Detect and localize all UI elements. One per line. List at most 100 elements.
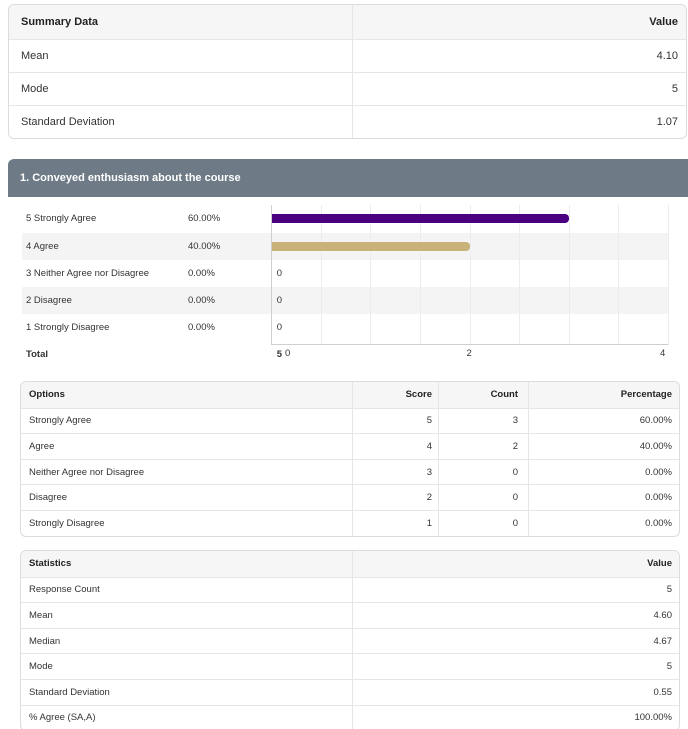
chart-total-row: Total 5 (22, 341, 668, 368)
chart-percentage: 0.00% (188, 268, 215, 279)
chart-percentage: 0.00% (188, 295, 215, 306)
statistic-value: 5 (666, 661, 672, 673)
statistic-label: Median (21, 628, 353, 654)
summary-row-label: Standard Deviation (9, 106, 353, 138)
option-label: Agree (21, 434, 353, 459)
options-header-options: Options (21, 382, 353, 408)
chart-row: 1 Strongly Disagree 0.00% 0 (22, 314, 668, 341)
table-row: Standard Deviation 0.55 (21, 678, 679, 705)
option-percentage: 0.00% (645, 466, 672, 478)
option-score: 1 (353, 510, 439, 536)
chart-gridline (370, 205, 372, 345)
chart-category-label: 3 Neither Agree nor Disagree (26, 268, 150, 279)
chart-category-label: 2 Disagree (26, 295, 72, 306)
summary-header-value: Value (649, 16, 678, 28)
option-label: Strongly Agree (21, 408, 353, 434)
table-row: Strongly Disagree 1 0 0.00% (21, 509, 679, 536)
option-count: 0 (439, 510, 529, 536)
option-label: Neither Agree nor Disagree (21, 459, 353, 485)
option-count: 3 (439, 408, 529, 434)
statistic-label: Mode (21, 654, 353, 679)
option-count: 2 (439, 434, 529, 459)
option-score: 3 (353, 459, 439, 485)
option-percentage: 0.00% (645, 492, 672, 504)
chart-gridline (668, 205, 669, 345)
statistics-table: Statistics Value Response Count 5 Mean 4… (20, 550, 680, 729)
chart-percentage: 40.00% (188, 241, 221, 252)
response-chart: 5 Strongly Agree 60.00% 3 4 Agree 40.00%… (8, 205, 678, 365)
option-percentage: 40.00% (639, 440, 672, 452)
table-row: Agree 4 2 40.00% (21, 433, 679, 459)
chart-gridline (618, 205, 620, 345)
summary-row: Mean 4.10 (9, 39, 686, 72)
summary-row-value: 1.07 (656, 116, 678, 128)
chart-tick-label: 0 (285, 348, 291, 359)
chart-tick-label: 4 (660, 348, 666, 359)
statistic-value: 4.67 (653, 635, 673, 647)
statistic-label: Mean (21, 603, 353, 628)
summary-row-label: Mean (9, 40, 353, 72)
options-table: Options Score Count Percentage Strongly … (20, 381, 680, 537)
options-header-score: Score (353, 382, 439, 408)
chart-total-value: 5 (276, 349, 282, 360)
chart-category-label: 4 Agree (26, 241, 59, 252)
statistic-value: 0.55 (653, 686, 673, 698)
statistic-value: 5 (666, 584, 672, 596)
chart-row: 3 Neither Agree nor Disagree 0.00% 0 (22, 260, 668, 287)
chart-gridline (320, 205, 322, 345)
summary-row: Standard Deviation 1.07 (9, 105, 686, 138)
summary-row: Mode 5 (9, 72, 686, 105)
option-label: Strongly Disagree (21, 510, 353, 536)
chart-row: 2 Disagree 0.00% 0 (22, 287, 668, 314)
option-percentage: 60.00% (639, 415, 672, 427)
chart-gridline (568, 205, 570, 345)
summary-row-label: Mode (9, 73, 353, 105)
chart-y-axis (271, 205, 272, 345)
question-header: 1. Conveyed enthusiasm about the course (8, 159, 688, 197)
chart-count: 0 (276, 295, 282, 306)
chart-category-label: 5 Strongly Agree (26, 213, 97, 224)
summary-table: Summary Data Value Mean 4.10 Mode 5 Stan… (8, 4, 687, 139)
table-row: % Agree (SA,A) 100.00% (21, 704, 679, 729)
statistics-header-value: Value (647, 558, 672, 570)
chart-gridline (469, 205, 471, 345)
summary-row-value: 5 (671, 83, 678, 95)
chart-count: 0 (276, 322, 282, 333)
chart-bar (272, 242, 470, 251)
options-header-row: Options Score Count Percentage (21, 382, 679, 408)
statistic-label: Response Count (21, 577, 353, 603)
chart-count: 0 (276, 268, 282, 279)
option-percentage: 0.00% (645, 517, 672, 529)
chart-bar (272, 214, 569, 223)
table-row: Neither Agree nor Disagree 3 0 0.00% (21, 458, 679, 485)
summary-header-row: Summary Data Value (9, 5, 686, 39)
statistic-label: Standard Deviation (21, 679, 353, 705)
chart-gridline (519, 205, 521, 345)
option-count: 0 (439, 459, 529, 485)
chart-x-axis (271, 344, 668, 345)
options-header-percentage: Percentage (620, 389, 672, 401)
chart-gridline (419, 205, 421, 345)
summary-header-label: Summary Data (9, 5, 353, 39)
chart-percentage: 0.00% (188, 322, 215, 333)
option-score: 2 (353, 485, 439, 510)
option-score: 5 (353, 408, 439, 434)
option-count: 0 (439, 485, 529, 510)
table-row: Mode 5 (21, 653, 679, 679)
option-label: Disagree (21, 485, 353, 510)
option-score: 4 (353, 434, 439, 459)
statistic-value: 4.60 (653, 609, 673, 621)
table-row: Median 4.67 (21, 627, 679, 654)
statistics-header-row: Statistics Value (21, 551, 679, 577)
table-row: Mean 4.60 (21, 602, 679, 628)
table-row: Disagree 2 0 0.00% (21, 484, 679, 510)
chart-total-label: Total (26, 349, 48, 360)
chart-percentage: 60.00% (188, 213, 221, 224)
table-row: Strongly Agree 5 3 60.00% (21, 407, 679, 434)
summary-row-value: 4.10 (656, 50, 678, 62)
table-row: Response Count 5 (21, 576, 679, 603)
statistic-label: % Agree (SA,A) (21, 705, 353, 729)
statistic-value: 100.00% (634, 712, 672, 724)
chart-category-label: 1 Strongly Disagree (26, 322, 110, 333)
question-title: 1. Conveyed enthusiasm about the course (20, 172, 241, 184)
